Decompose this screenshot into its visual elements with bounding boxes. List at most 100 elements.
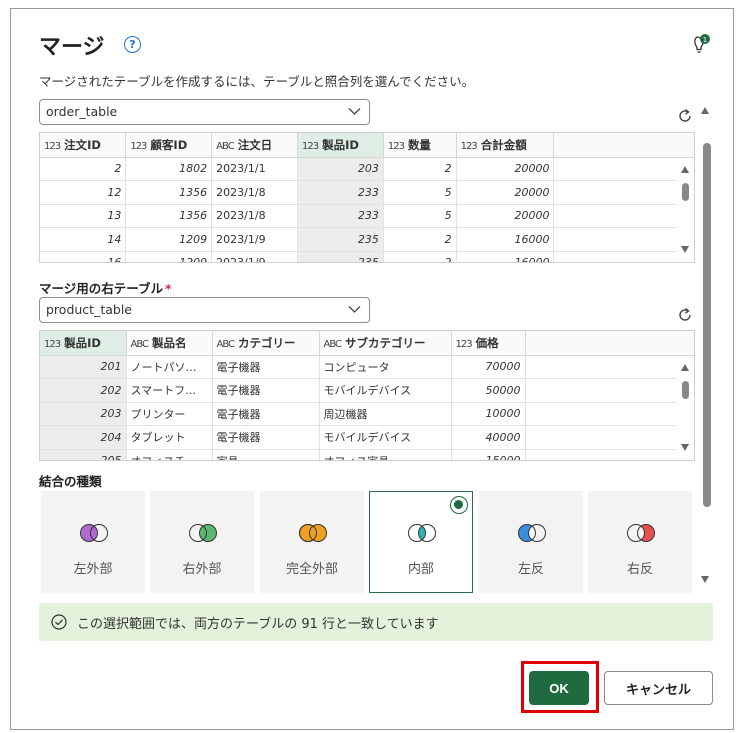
table-row: 201 ノートパソ… 電子機器 コンピュータ 70000 bbox=[40, 355, 694, 379]
table-cell: 1356 bbox=[125, 180, 213, 205]
table-cell: スマートフ… bbox=[126, 378, 213, 403]
table-cell: 2023/1/8 bbox=[211, 180, 298, 205]
dialog-scroll-up[interactable] bbox=[701, 107, 709, 114]
venn-left-anti-icon bbox=[518, 524, 546, 542]
table-cell: 235 bbox=[297, 251, 384, 262]
join-option-right-anti[interactable]: 右反 bbox=[588, 491, 692, 593]
join-option-right-outer[interactable]: 右外部 bbox=[150, 491, 254, 593]
right-table-scrollbar[interactable] bbox=[676, 356, 694, 460]
table-cell: 10000 bbox=[451, 402, 526, 426]
dialog-title: マージ bbox=[39, 35, 105, 60]
table-cell: 40000 bbox=[451, 425, 526, 450]
table-cell: 16000 bbox=[456, 227, 555, 252]
join-option-left-anti[interactable]: 左反 bbox=[479, 491, 583, 593]
venn-right-outer-icon bbox=[189, 524, 217, 542]
table-cell: 16 bbox=[40, 251, 127, 262]
left-table-scrollbar[interactable] bbox=[676, 158, 694, 262]
scroll-up-arrow[interactable] bbox=[681, 166, 689, 173]
column-header-selected[interactable]: 123 製品ID bbox=[40, 331, 127, 356]
table-cell: 16000 bbox=[456, 251, 555, 262]
table-cell: 70000 bbox=[451, 355, 526, 379]
column-header[interactable]: ABC カテゴリー bbox=[212, 331, 320, 356]
cancel-button[interactable]: キャンセル bbox=[604, 671, 713, 705]
refresh-icon[interactable] bbox=[676, 306, 694, 324]
column-header[interactable]: ABC 注文日 bbox=[211, 133, 298, 158]
table-cell: 203 bbox=[40, 402, 127, 426]
table-cell: 205 bbox=[40, 449, 127, 460]
table-cell: 2023/1/8 bbox=[211, 204, 298, 228]
table-cell bbox=[525, 425, 694, 450]
chevron-down-icon bbox=[348, 306, 361, 313]
join-option-full-outer[interactable]: 完全外部 bbox=[260, 491, 364, 593]
column-header[interactable]: 123 注文ID bbox=[40, 133, 127, 158]
table-cell: 2 bbox=[40, 157, 127, 181]
scroll-thumb[interactable] bbox=[682, 381, 689, 399]
table-cell: ノートパソ… bbox=[126, 355, 213, 379]
table-cell bbox=[553, 227, 694, 252]
table-cell: 1209 bbox=[125, 251, 213, 262]
right-table-preview: 123 製品ID ABC 製品名 ABC カテゴリー ABC サブカテゴリー 123 価格… bbox=[39, 330, 695, 461]
table-cell: コンピュータ bbox=[319, 355, 452, 379]
table-cell bbox=[553, 157, 694, 181]
table-cell: 235 bbox=[297, 227, 384, 252]
table-cell: 電子機器 bbox=[212, 425, 320, 450]
left-table-select[interactable]: order_table bbox=[39, 99, 370, 125]
table-cell: 12 bbox=[40, 180, 127, 205]
left-table-select-value: order_table bbox=[46, 104, 118, 119]
help-icon[interactable]: ? bbox=[124, 36, 141, 53]
table-cell: 家具 bbox=[212, 449, 320, 460]
table-cell bbox=[553, 251, 694, 262]
table-cell: 14 bbox=[40, 227, 127, 252]
table-cell: 13 bbox=[40, 204, 127, 228]
table-cell: 204 bbox=[40, 425, 127, 450]
join-option-inner[interactable]: 内部 bbox=[369, 491, 473, 593]
column-header[interactable]: 123 数量 bbox=[383, 133, 457, 158]
table-cell bbox=[525, 402, 694, 426]
table-cell: 2 bbox=[383, 251, 457, 262]
column-header[interactable]: ABC 製品名 bbox=[126, 331, 213, 356]
scroll-down-arrow[interactable] bbox=[681, 444, 689, 451]
table-cell: 5 bbox=[383, 180, 457, 205]
venn-inner-icon bbox=[408, 524, 436, 542]
scroll-down-arrow[interactable] bbox=[681, 246, 689, 253]
table-cell: 201 bbox=[40, 355, 127, 379]
column-header-selected[interactable]: 123 製品ID bbox=[297, 133, 384, 158]
table-row: 203 プリンター 電子機器 周辺機器 10000 bbox=[40, 402, 694, 426]
table-cell bbox=[525, 449, 694, 460]
lightbulb-icon[interactable]: 1 bbox=[689, 33, 711, 57]
table-cell: 周辺機器 bbox=[319, 402, 452, 426]
refresh-icon[interactable] bbox=[676, 107, 694, 125]
dialog-scroll-thumb[interactable] bbox=[703, 143, 711, 507]
table-row: 205オフィスチ…家具オフィス家具15000 bbox=[40, 449, 694, 460]
column-header[interactable]: 123 顧客ID bbox=[125, 133, 213, 158]
table-cell: 203 bbox=[297, 157, 384, 181]
table-cell: 5 bbox=[383, 204, 457, 228]
column-header[interactable]: 123 価格 bbox=[451, 331, 526, 356]
chevron-down-icon bbox=[348, 108, 361, 115]
ok-button[interactable]: OK bbox=[529, 671, 589, 705]
venn-right-anti-icon bbox=[627, 524, 655, 542]
match-status-text: この選択範囲では、両方のテーブルの 91 行と一致しています bbox=[77, 616, 439, 632]
table-row: 16 1209 2023/1/9 235 2 16000 bbox=[40, 251, 694, 262]
scroll-up-arrow[interactable] bbox=[681, 364, 689, 371]
column-header[interactable]: 123 合計金額 bbox=[456, 133, 555, 158]
table-cell: 233 bbox=[297, 180, 384, 205]
table-row: 202 スマートフ… 電子機器 モバイルデバイス 50000 bbox=[40, 378, 694, 403]
table-cell bbox=[525, 378, 694, 403]
table-cell: 電子機器 bbox=[212, 402, 320, 426]
match-status-bar: この選択範囲では、両方のテーブルの 91 行と一致しています bbox=[39, 603, 713, 641]
table-cell: 15000 bbox=[451, 449, 526, 460]
join-option-left-outer[interactable]: 左外部 bbox=[41, 491, 145, 593]
dialog-scroll-down[interactable] bbox=[701, 576, 709, 583]
table-cell: 電子機器 bbox=[212, 355, 320, 379]
column-header-filler bbox=[525, 331, 694, 356]
table-cell: 2023/1/9 bbox=[211, 251, 298, 262]
column-header[interactable]: ABC サブカテゴリー bbox=[319, 331, 452, 356]
table-cell: 20000 bbox=[456, 204, 555, 228]
table-cell bbox=[553, 204, 694, 228]
left-table-preview: 123 注文ID 123 顧客ID ABC 注文日 123 製品ID 123 数量 123… bbox=[39, 132, 695, 263]
table-cell: 2023/1/1 bbox=[211, 157, 298, 181]
table-cell bbox=[553, 180, 694, 205]
right-table-select[interactable]: product_table bbox=[39, 297, 370, 323]
scroll-thumb[interactable] bbox=[682, 183, 689, 201]
